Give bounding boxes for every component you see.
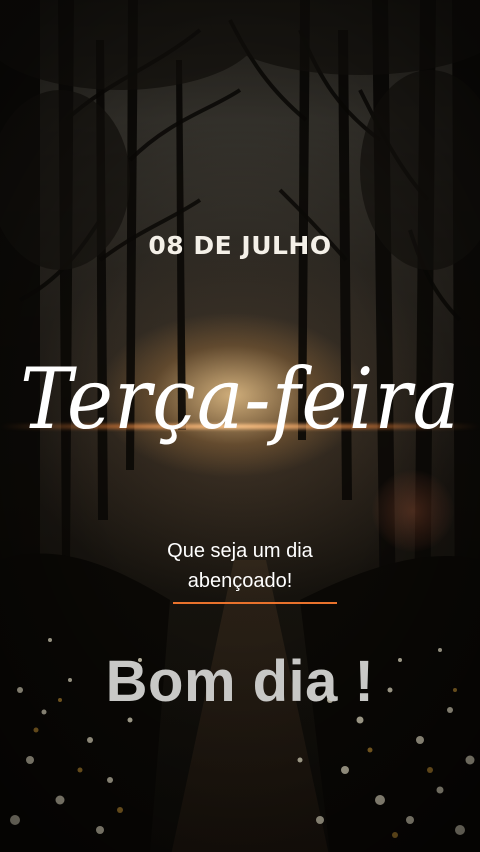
weekday-script-title: Terça-feira	[0, 318, 480, 518]
blessing-line-2: abençoado!	[187, 570, 293, 592]
weekday-text: Terça-feira	[20, 350, 460, 448]
greeting-card: 08 DE JULHO Terça-feira Que seja um dia …	[0, 0, 480, 852]
accent-underline	[173, 602, 337, 604]
blessing-text: Que seja um dia abençoado!	[0, 536, 480, 596]
good-morning-title: Bom dia !	[105, 649, 375, 714]
date-label: 08 DE JULHO	[148, 231, 332, 260]
blessing-line-1: Que seja um dia	[167, 540, 313, 562]
